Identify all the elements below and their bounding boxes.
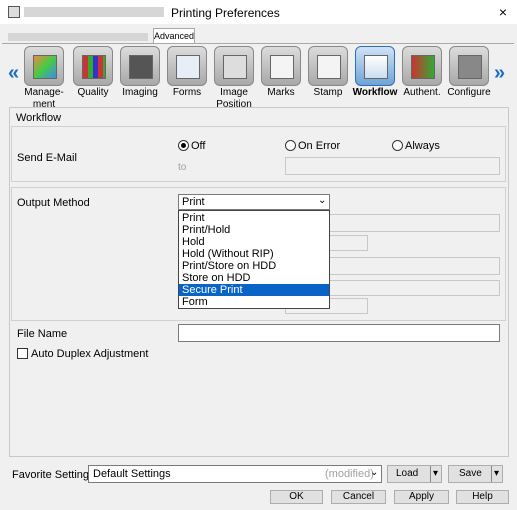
save-label: Save (459, 468, 482, 479)
toolbar-item-management[interactable]: Manage- ment (21, 46, 67, 110)
section-title: Workflow (16, 112, 62, 124)
configure-icon (449, 46, 489, 86)
toolbar-label: Marks (267, 87, 295, 98)
toolbar-label: Imaging (122, 87, 158, 98)
auto-duplex-checkbox[interactable] (17, 348, 28, 359)
workflow-icon (355, 46, 395, 86)
dropdown-option[interactable]: Hold (Without RIP) (179, 248, 329, 260)
window-title: Printing Preferences (171, 6, 280, 20)
toolbar-item-stamp[interactable]: Stamp (305, 46, 351, 102)
quality-icon (73, 46, 113, 86)
radio-always-label: Always (405, 140, 440, 152)
scroll-left-arrow[interactable]: « (8, 62, 19, 85)
radio-on-error[interactable] (285, 140, 296, 151)
toolbar-item-authentication[interactable]: Authent. (399, 46, 445, 102)
toolbar-item-workflow[interactable]: Workflow (352, 46, 398, 102)
favorite-setting-label: Favorite Setting (12, 469, 90, 481)
dropdown-option[interactable]: Hold (179, 236, 329, 248)
toolbar-item-imaging[interactable]: Imaging (117, 46, 163, 102)
stamp-icon (308, 46, 348, 86)
toolbar-item-quality[interactable]: Quality (70, 46, 116, 102)
toolbar-item-configure[interactable]: Configure (446, 46, 492, 102)
modified-indicator: (modified) (325, 468, 374, 480)
auto-duplex-label: Auto Duplex Adjustment (31, 348, 149, 360)
save-button[interactable]: Save ▾ (448, 465, 503, 483)
dropdown-option[interactable]: Store on HDD (179, 272, 329, 284)
load-button[interactable]: Load ▾ (387, 465, 442, 483)
split-divider (491, 466, 492, 482)
toolbar-item-marks[interactable]: Marks (258, 46, 304, 102)
output-method-label: Output Method (17, 197, 90, 209)
cancel-button[interactable]: Cancel (331, 490, 386, 504)
radio-on-error-label: On Error (298, 140, 341, 152)
authentication-icon (402, 46, 442, 86)
redacted-tab[interactable] (8, 33, 148, 41)
forms-icon (167, 46, 207, 86)
ok-button[interactable]: OK (270, 490, 323, 504)
management-icon (24, 46, 64, 86)
email-to-field (285, 157, 500, 175)
apply-button[interactable]: Apply (394, 490, 449, 504)
radio-always[interactable] (392, 140, 403, 151)
radio-off[interactable] (178, 140, 189, 151)
dropdown-option[interactable]: Form (179, 296, 329, 308)
load-label: Load (396, 468, 419, 479)
split-divider (430, 466, 431, 482)
close-button[interactable]: × (494, 3, 512, 21)
toolbar-label: Authent. (403, 87, 441, 98)
dropdown-triangle-icon[interactable]: ▾ (433, 466, 438, 482)
chevron-down-icon: ⌄ (318, 195, 327, 206)
toolbar-item-forms[interactable]: Forms (164, 46, 210, 102)
output-method-dropdown: Print Print/Hold Hold Hold (Without RIP)… (178, 210, 330, 309)
tab-divider (2, 43, 514, 44)
chevron-down-icon: ⌄ (370, 467, 379, 478)
output-method-select[interactable]: Print ⌄ (178, 194, 330, 210)
dropdown-option[interactable]: Print/Store on HDD (179, 260, 329, 272)
redacted-printer-name (24, 7, 164, 17)
dropdown-triangle-icon[interactable]: ▾ (494, 466, 499, 482)
printer-icon (8, 6, 20, 18)
send-email-label: Send E-Mail (17, 152, 77, 164)
toolbar-label: Configure (447, 87, 491, 98)
file-name-label: File Name (17, 328, 68, 340)
toolbar-label: Manage- (24, 87, 64, 98)
tab-advanced[interactable]: Advanced (153, 28, 195, 43)
radio-off-label: Off (191, 140, 206, 152)
toolbar-label: Stamp (313, 87, 343, 98)
toolbar-label: Workflow (352, 87, 398, 98)
scroll-right-arrow[interactable]: » (494, 62, 505, 85)
dropdown-option-highlighted[interactable]: Secure Print (179, 284, 329, 296)
favorite-setting-value: Default Settings (93, 468, 171, 480)
toolbar-item-image-position[interactable]: Image Position (211, 46, 257, 110)
toolbar-label: Image (220, 87, 248, 98)
dropdown-option[interactable]: Print/Hold (179, 224, 329, 236)
imaging-icon (120, 46, 160, 86)
to-label: to (178, 162, 187, 173)
dropdown-option[interactable]: Print (179, 212, 329, 224)
marks-icon (261, 46, 301, 86)
toolbar-label: Quality (77, 87, 109, 98)
help-button[interactable]: Help (456, 490, 509, 504)
favorite-setting-select[interactable]: Default Settings (modified) ⌄ (88, 465, 382, 483)
image-position-icon (214, 46, 254, 86)
title-bar: Printing Preferences × (0, 0, 517, 24)
toolbar-label: Forms (172, 87, 202, 98)
output-method-value: Print (182, 196, 205, 208)
file-name-input[interactable] (178, 324, 500, 342)
